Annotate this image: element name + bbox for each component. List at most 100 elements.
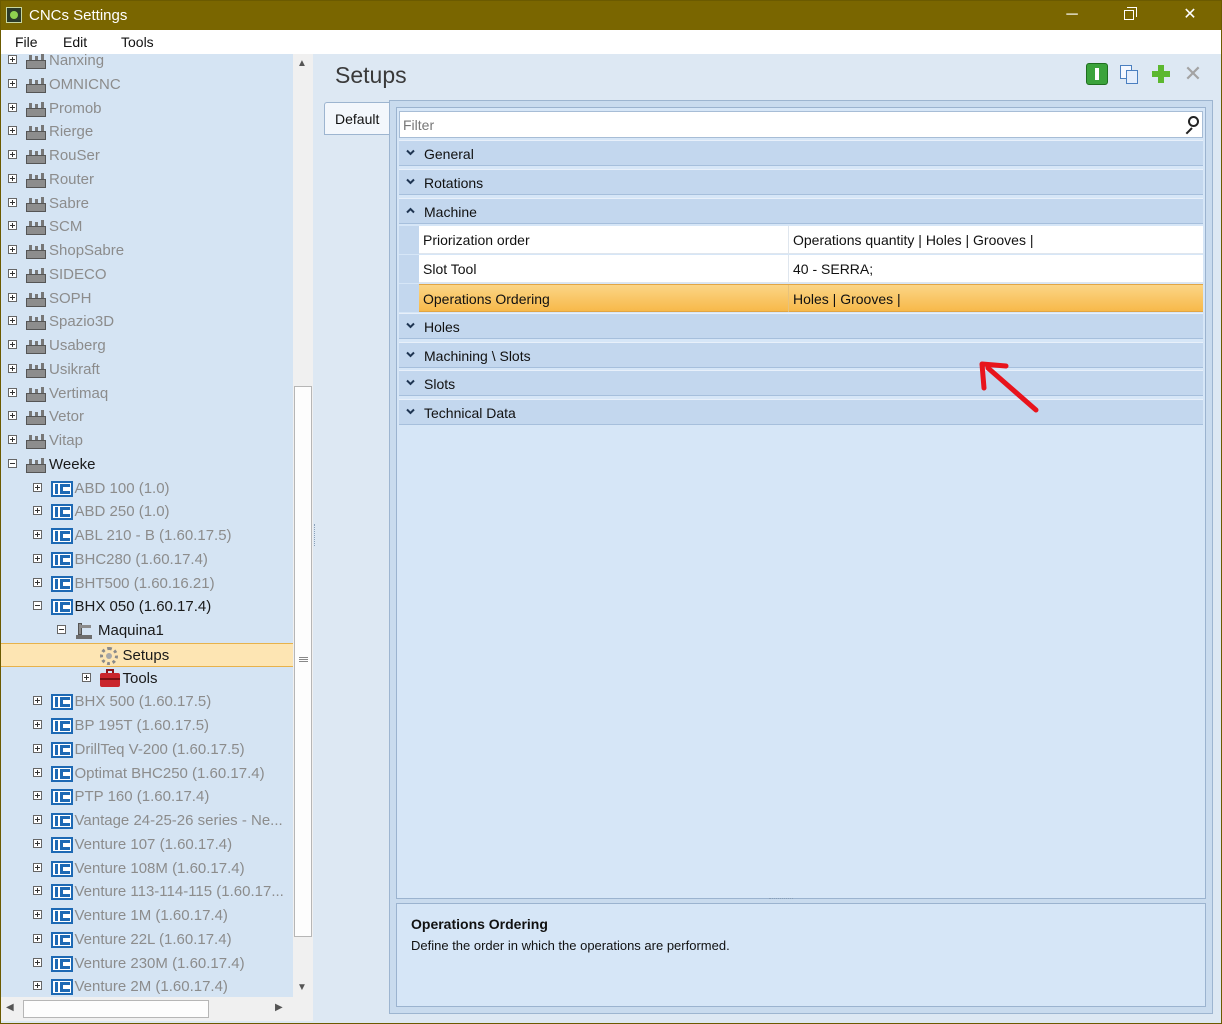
property-row[interactable]: Operations Ordering Holes | Grooves | bbox=[419, 284, 1203, 312]
tree-item[interactable]: BP 195T (1.60.17.5) bbox=[1, 714, 293, 738]
expand-icon[interactable] bbox=[8, 316, 17, 326]
tree-item[interactable]: RouSer bbox=[1, 144, 293, 168]
column-divider[interactable] bbox=[788, 255, 789, 283]
expand-icon[interactable] bbox=[32, 815, 42, 824]
tree-item[interactable]: BHT500 (1.60.16.21) bbox=[1, 572, 293, 596]
expand-icon[interactable] bbox=[32, 767, 42, 777]
add-button[interactable] bbox=[1150, 63, 1172, 85]
expand-icon[interactable] bbox=[32, 577, 42, 587]
tree-item[interactable]: ABD 100 (1.0) bbox=[1, 477, 293, 501]
tree-vertical-scrollbar[interactable]: ▲ ▼ bbox=[293, 54, 313, 997]
property-value[interactable]: Operations quantity | Holes | Grooves | bbox=[793, 232, 1033, 248]
tree-item[interactable]: SCM bbox=[1, 215, 293, 239]
tree-item[interactable]: OMNICNC bbox=[1, 73, 293, 97]
tree-item[interactable]: Vertimaq bbox=[1, 382, 293, 406]
tree-item[interactable]: Weeke bbox=[1, 453, 293, 477]
expand-icon[interactable] bbox=[32, 981, 42, 991]
property-row[interactable]: Slot Tool 40 - SERRA; bbox=[419, 255, 1203, 284]
category-row[interactable]: Technical Data bbox=[399, 399, 1203, 426]
tree-item[interactable]: Sabre bbox=[1, 192, 293, 216]
menu-tools[interactable]: Tools bbox=[121, 34, 154, 50]
tree-item[interactable]: Venture 1M (1.60.17.4) bbox=[1, 904, 293, 928]
tree-item[interactable]: BHC280 (1.60.17.4) bbox=[1, 548, 293, 572]
minimize-button[interactable]: ─ bbox=[1043, 1, 1101, 30]
collapse-icon[interactable] bbox=[32, 601, 42, 611]
chevron-down-icon[interactable] bbox=[405, 349, 416, 360]
expand-icon[interactable] bbox=[8, 340, 17, 349]
expand-icon[interactable] bbox=[8, 221, 17, 231]
property-value[interactable]: Holes | Grooves | bbox=[793, 291, 901, 307]
expand-icon[interactable] bbox=[32, 862, 42, 872]
chevron-up-icon[interactable] bbox=[405, 205, 416, 216]
expand-icon[interactable] bbox=[32, 791, 42, 801]
chevron-down-icon[interactable] bbox=[405, 147, 416, 158]
tree-item[interactable]: PTP 160 (1.60.17.4) bbox=[1, 785, 293, 809]
chevron-down-icon[interactable] bbox=[405, 176, 416, 187]
tree-item[interactable]: Nanxing bbox=[1, 54, 293, 73]
close-button[interactable]: ✕ bbox=[1161, 1, 1219, 30]
expand-icon[interactable] bbox=[32, 482, 42, 492]
column-divider[interactable] bbox=[788, 226, 789, 254]
tree-item[interactable]: Optimat BHC250 (1.60.17.4) bbox=[1, 762, 293, 786]
filter-input[interactable] bbox=[403, 115, 1163, 135]
menu-file[interactable]: File bbox=[15, 34, 38, 50]
expand-icon[interactable] bbox=[8, 78, 17, 88]
expand-icon[interactable] bbox=[32, 933, 42, 943]
column-divider[interactable] bbox=[788, 285, 789, 312]
expand-icon[interactable] bbox=[8, 126, 17, 136]
expand-icon[interactable] bbox=[32, 720, 42, 729]
tree-item[interactable]: SOPH bbox=[1, 287, 293, 311]
expand-icon[interactable] bbox=[8, 268, 17, 278]
scroll-right-arrow-icon[interactable]: ▶ bbox=[275, 1002, 283, 1013]
info-button[interactable] bbox=[1086, 63, 1108, 85]
chevron-down-icon[interactable] bbox=[405, 320, 416, 331]
filter-box[interactable] bbox=[399, 111, 1203, 138]
expand-icon[interactable] bbox=[32, 553, 42, 563]
expand-icon[interactable] bbox=[32, 886, 42, 896]
tree-item[interactable]: Tools bbox=[1, 667, 293, 691]
property-row[interactable]: Priorization order Operations quantity | … bbox=[419, 226, 1203, 255]
tree-item[interactable]: BHX 050 (1.60.17.4) bbox=[1, 595, 293, 619]
tree-item[interactable]: SIDECO bbox=[1, 263, 293, 287]
tree-item[interactable]: Spazio3D bbox=[1, 310, 293, 334]
tree-item[interactable]: Usaberg bbox=[1, 334, 293, 358]
expand-icon[interactable] bbox=[81, 672, 91, 682]
scroll-thumb[interactable] bbox=[294, 386, 312, 937]
scroll-left-arrow-icon[interactable]: ◀ bbox=[6, 1002, 14, 1013]
tree-item[interactable]: Usikraft bbox=[1, 358, 293, 382]
chevron-down-icon[interactable] bbox=[405, 406, 416, 417]
tree-item[interactable]: Venture 2M (1.60.17.4) bbox=[1, 975, 293, 997]
tree-item[interactable]: Setups bbox=[1, 642, 293, 667]
hscroll-thumb[interactable] bbox=[23, 1000, 209, 1018]
expand-icon[interactable] bbox=[8, 197, 17, 207]
category-row[interactable]: Machine bbox=[399, 197, 1203, 224]
tree-item[interactable]: Promob bbox=[1, 97, 293, 121]
expand-icon[interactable] bbox=[8, 387, 17, 397]
tree-item[interactable]: ShopSabre bbox=[1, 239, 293, 263]
tree-item[interactable]: Vetor bbox=[1, 405, 293, 429]
tree-item[interactable]: ABD 250 (1.0) bbox=[1, 500, 293, 524]
tree-horizontal-scrollbar[interactable]: ◀ ▶ bbox=[1, 997, 293, 1021]
expand-icon[interactable] bbox=[32, 957, 42, 967]
expand-icon[interactable] bbox=[32, 838, 42, 848]
collapse-icon[interactable] bbox=[57, 625, 66, 634]
cnc-tree[interactable]: Nanxing OMNICNC Promob Rierge RouSer Router Sa… bbox=[1, 54, 293, 997]
tree-item[interactable]: BHX 500 (1.60.17.5) bbox=[1, 690, 293, 714]
expand-icon[interactable] bbox=[8, 245, 17, 254]
tree-item[interactable]: Router bbox=[1, 168, 293, 192]
expand-icon[interactable] bbox=[8, 173, 17, 183]
delete-button[interactable]: ✕ bbox=[1182, 63, 1204, 85]
expand-icon[interactable] bbox=[8, 55, 17, 64]
expand-icon[interactable] bbox=[32, 910, 42, 919]
tree-item[interactable]: Venture 107 (1.60.17.4) bbox=[1, 833, 293, 857]
tree-item[interactable]: DrillTeq V-200 (1.60.17.5) bbox=[1, 738, 293, 762]
tree-item[interactable]: Vitap bbox=[1, 429, 293, 453]
category-row[interactable]: Machining \ Slots bbox=[399, 341, 1203, 368]
expand-icon[interactable] bbox=[32, 506, 42, 516]
tree-item[interactable]: Venture 230M (1.60.17.4) bbox=[1, 952, 293, 976]
expand-icon[interactable] bbox=[32, 530, 42, 539]
tree-item[interactable]: Maquina1 bbox=[1, 619, 293, 643]
expand-icon[interactable] bbox=[32, 696, 42, 706]
search-icon[interactable] bbox=[1183, 116, 1201, 135]
expand-icon[interactable] bbox=[8, 411, 17, 421]
